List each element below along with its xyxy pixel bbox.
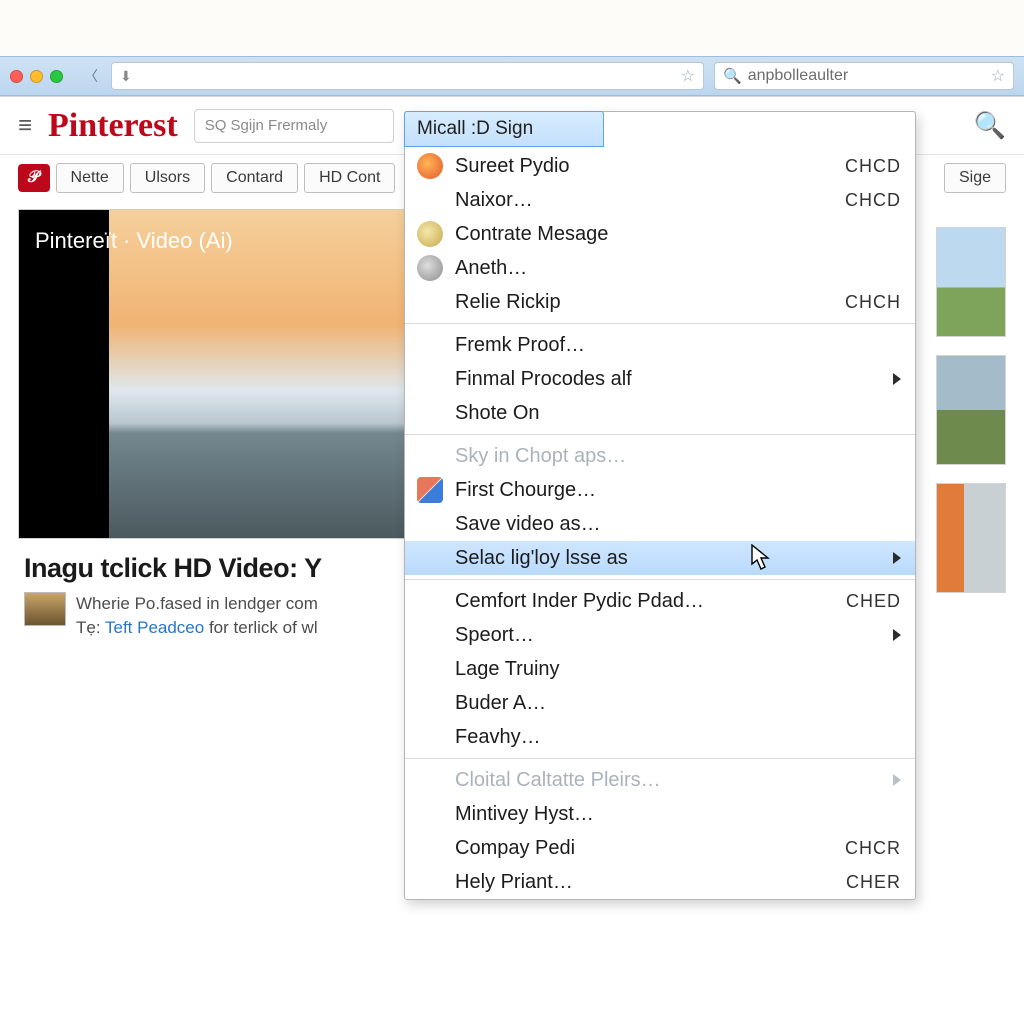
chevron-right-icon [893, 774, 901, 786]
context-menu-item[interactable]: Shote On [405, 396, 915, 430]
context-menu-item-label: First Chourge… [455, 479, 596, 502]
shortcut-label: CHED [846, 591, 901, 612]
back-button[interactable]: 〈 [81, 66, 101, 86]
context-menu-item[interactable]: Hely Priant… CHER [405, 865, 915, 899]
globe-icon [417, 221, 443, 247]
fox-icon [417, 153, 443, 179]
article-link[interactable]: Teft Peadceo [105, 618, 204, 637]
search-icon: 🔍 [723, 67, 742, 85]
chevron-right-icon [893, 629, 901, 641]
address-bar[interactable]: ⬇ ☆ [111, 62, 704, 90]
maximize-window-button[interactable] [50, 70, 63, 83]
shortcut-label: CHER [846, 872, 901, 893]
context-menu: Micall :D Sign Sureet Pydio CHCD Naixor… CH… [404, 111, 916, 900]
browser-search-field[interactable]: 🔍 anpbolleaulter ☆ [714, 62, 1014, 90]
context-menu-item-label: Contrate Mesage [455, 223, 608, 246]
search-star-icon[interactable]: ☆ [991, 66, 1005, 86]
nav-pill-2[interactable]: Contard [211, 163, 298, 193]
site-search-input[interactable]: SQ Sgijn Frermaly [194, 109, 394, 143]
context-menu-item[interactable]: Fremk Proof… [405, 328, 915, 362]
context-menu-item[interactable]: First Chourge… [405, 473, 915, 507]
nav-pill-3[interactable]: HD Cont [304, 163, 395, 193]
context-menu-item-label: Save video as… [455, 513, 601, 536]
article-prefix: Tẹ: [76, 618, 105, 637]
context-menu-item-label: Compay Pedi [455, 837, 575, 860]
context-menu-item-label: Shote On [455, 402, 540, 425]
context-menu-item-label: Speort… [455, 624, 534, 647]
mouse-cursor-icon [750, 544, 772, 577]
context-menu-item[interactable]: Compay Pedi CHCR [405, 831, 915, 865]
nav-pill-1[interactable]: Ulsors [130, 163, 205, 193]
context-menu-item[interactable]: Cemfort Inder Pydic Pdad… CHED [405, 584, 915, 618]
article-body: Wherie Po.fased in lendger com Tẹ: Teft … [76, 592, 318, 640]
close-window-button[interactable] [10, 70, 23, 83]
minimize-window-button[interactable] [30, 70, 43, 83]
nav-pill-0[interactable]: Nette [56, 163, 124, 193]
context-menu-item[interactable]: Selac lig'loy lsse as [405, 541, 915, 575]
context-menu-separator [405, 323, 915, 324]
shortcut-label: CHCD [845, 156, 901, 177]
context-menu-item-label: Sky in Chopt aps… [455, 445, 626, 468]
article-suffix: for terlick of wl [204, 618, 317, 637]
context-menu-item-label: Cloital Caltatte Pleirs… [455, 769, 661, 792]
context-menu-item[interactable]: Finmal Procodes alf [405, 362, 915, 396]
context-menu-item-label: Aneth… [455, 257, 527, 280]
context-menu-item: Sky in Chopt aps… [405, 439, 915, 473]
context-menu-separator [405, 434, 915, 435]
context-menu-item-label: Relie Rickip [455, 291, 561, 314]
chevron-right-icon [893, 552, 901, 564]
context-menu-item[interactable]: Buder A… [405, 686, 915, 720]
context-menu-item-label: Cemfort Inder Pydic Pdad… [455, 590, 704, 613]
shortcut-label: CHCD [845, 190, 901, 211]
context-menu-item[interactable]: Aneth… [405, 251, 915, 285]
context-menu-item-label: Hely Priant… [455, 871, 573, 894]
pencil-icon [417, 477, 443, 503]
context-menu-header: Micall :D Sign [404, 111, 604, 147]
side-thumb-3[interactable] [936, 483, 1006, 593]
sidebar-thumbs [936, 209, 1006, 640]
shortcut-label: CHCR [845, 838, 901, 859]
context-menu-item[interactable]: Contrate Mesage [405, 217, 915, 251]
site-search-placeholder: SQ Sgijn Frermaly [205, 117, 328, 134]
context-menu-item: Cloital Caltatte Pleirs… [405, 763, 915, 797]
download-icon: ⬇ [120, 68, 132, 85]
context-menu-item[interactable]: Save video as… [405, 507, 915, 541]
context-menu-item-label: Sureet Pydio [455, 155, 570, 178]
side-thumb-1[interactable] [936, 227, 1006, 337]
shortcut-label: CHCH [845, 292, 901, 313]
context-menu-separator [405, 579, 915, 580]
context-menu-item-label: Buder A… [455, 692, 546, 715]
context-menu-item[interactable]: Sureet Pydio CHCD [405, 149, 915, 183]
video-pillarbox [19, 210, 109, 538]
bookmark-star-icon[interactable]: ☆ [681, 66, 695, 86]
context-menu-item-label: Mintivey Hyst… [455, 803, 594, 826]
browser-toolbar: 〈 ⬇ ☆ 🔍 anpbolleaulter ☆ [0, 56, 1024, 96]
menu-icon[interactable]: ≡ [18, 112, 32, 140]
context-menu-item-label: Feavhy… [455, 726, 541, 749]
search-text: anpbolleaulter [748, 67, 985, 85]
chevron-right-icon [893, 373, 901, 385]
grey-icon [417, 255, 443, 281]
video-overlay-title: Pintereït · Video (Ai) [35, 228, 233, 254]
context-menu-item[interactable]: Naixor… CHCD [405, 183, 915, 217]
window-controls [10, 70, 71, 83]
context-menu-item[interactable]: Mintivey Hyst… [405, 797, 915, 831]
article-line1: Wherie Po.fased in lendger com [76, 594, 318, 613]
nav-pill-4[interactable]: Sige [944, 163, 1006, 193]
header-search-icon[interactable]: 🔍 [974, 110, 1006, 141]
context-menu-item[interactable]: Feavhy… [405, 720, 915, 754]
brand-logo[interactable]: Pinterest [48, 107, 178, 145]
context-menu-item[interactable]: Speort… [405, 618, 915, 652]
context-menu-item-label: Finmal Procodes alf [455, 368, 632, 391]
context-menu-item-label: Selac lig'loy lsse as [455, 547, 628, 570]
article-thumb [24, 592, 66, 626]
context-menu-item-label: Fremk Proof… [455, 334, 585, 357]
context-menu-separator [405, 758, 915, 759]
context-menu-item[interactable]: Relie Rickip CHCH [405, 285, 915, 319]
side-thumb-2[interactable] [936, 355, 1006, 465]
context-menu-item[interactable]: Lage Truiny [405, 652, 915, 686]
context-menu-item-label: Lage Truiny [455, 658, 560, 681]
context-menu-item-label: Naixor… [455, 189, 533, 212]
nav-logo-pill[interactable]: 𝒫 [18, 164, 50, 192]
